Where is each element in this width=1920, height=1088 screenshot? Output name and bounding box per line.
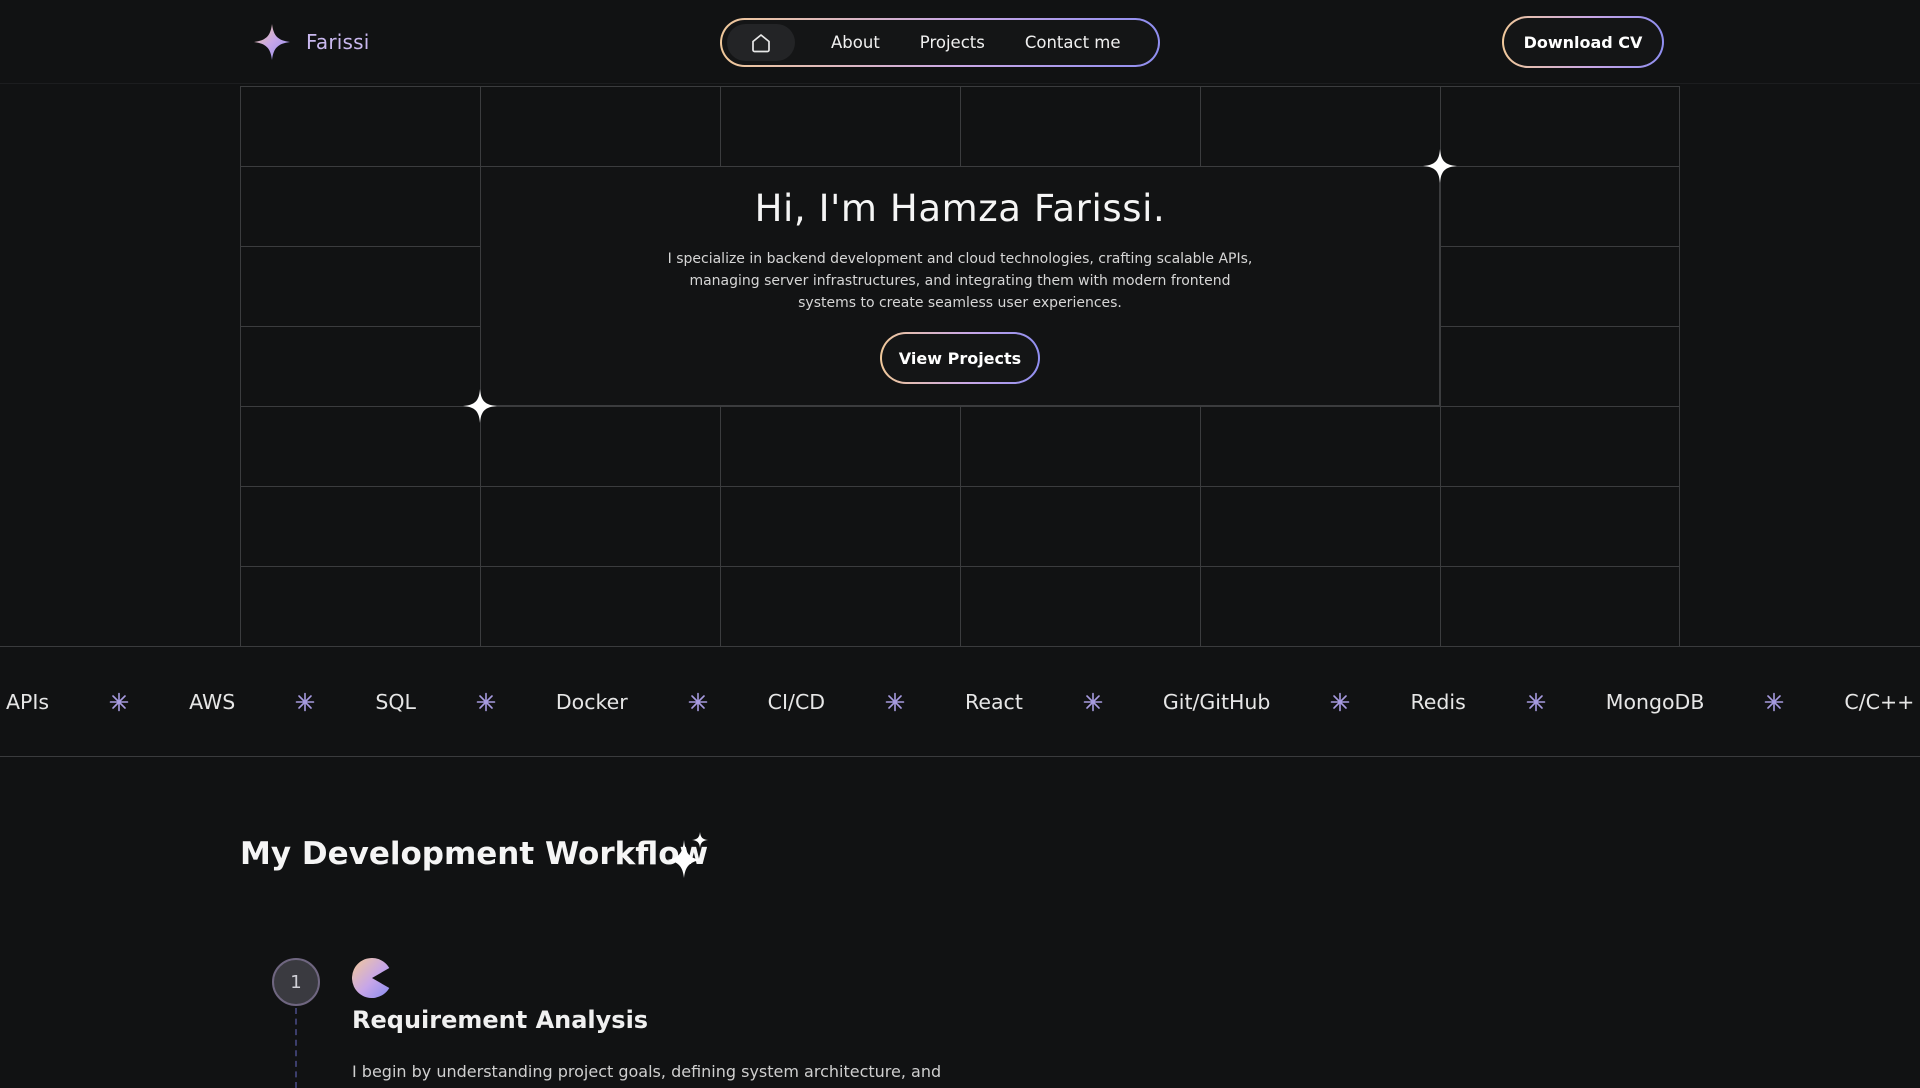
nav-home-button[interactable] bbox=[727, 24, 795, 61]
tech-item: Redis bbox=[1410, 689, 1466, 714]
step-description: I begin by understanding project goals, … bbox=[352, 1062, 942, 1081]
nav-link-about[interactable]: About bbox=[831, 33, 880, 52]
sparkle-icon bbox=[462, 388, 498, 424]
asterisk-icon bbox=[1526, 692, 1546, 712]
workflow-title: My Development Workflow bbox=[240, 836, 709, 872]
sparkles-icon bbox=[666, 832, 710, 878]
asterisk-icon bbox=[1330, 692, 1350, 712]
home-icon bbox=[752, 33, 770, 52]
site-header: Farissi About Projects Contact me Downlo… bbox=[0, 0, 1920, 84]
tech-item: CI/CD bbox=[767, 689, 826, 714]
tech-item: MongoDB bbox=[1605, 689, 1705, 714]
tech-item: AWS bbox=[189, 689, 236, 714]
asterisk-icon bbox=[688, 692, 708, 712]
asterisk-icon bbox=[1083, 692, 1103, 712]
main-nav-inner: About Projects Contact me bbox=[722, 20, 1158, 65]
download-cv-button[interactable]: Download CV bbox=[1502, 16, 1664, 68]
tech-item: SQL bbox=[375, 689, 416, 714]
tech-item: C/C++ bbox=[1844, 689, 1915, 714]
tech-marquee: APIs AWS SQL Docker CI/CD React Git/GitHub Redi… bbox=[0, 646, 1920, 757]
tech-item: Docker bbox=[555, 689, 628, 714]
hero-title: Hi, I'm Hamza Farissi. bbox=[754, 187, 1166, 230]
nav-link-projects[interactable]: Projects bbox=[920, 33, 985, 52]
sparkle-icon bbox=[1422, 148, 1458, 184]
brand-logo-link[interactable]: Farissi bbox=[252, 22, 370, 62]
tech-item: React bbox=[965, 689, 1023, 714]
brand-name: Farissi bbox=[306, 30, 370, 54]
view-projects-button[interactable]: View Projects bbox=[880, 332, 1040, 384]
asterisk-icon bbox=[109, 692, 129, 712]
four-point-star-icon bbox=[254, 24, 290, 60]
asterisk-icon bbox=[295, 692, 315, 712]
nav-link-contact[interactable]: Contact me bbox=[1025, 33, 1121, 52]
download-cv-label: Download CV bbox=[1504, 18, 1662, 66]
pacman-icon bbox=[352, 958, 392, 998]
step-title: Requirement Analysis bbox=[352, 1006, 649, 1034]
main-nav: About Projects Contact me bbox=[720, 18, 1160, 67]
hero-description: I specialize in backend development and … bbox=[667, 251, 1253, 311]
asterisk-icon bbox=[1764, 692, 1784, 712]
step-connector-line bbox=[295, 1008, 297, 1088]
asterisk-icon bbox=[885, 692, 905, 712]
step-number-badge: 1 bbox=[272, 958, 320, 1006]
asterisk-icon bbox=[476, 692, 496, 712]
hero-section: Hi, I'm Hamza Farissi. I specialize in b… bbox=[240, 86, 1680, 646]
tech-item: Git/GitHub bbox=[1162, 689, 1271, 714]
tech-marquee-track: APIs AWS SQL Docker CI/CD React Git/GitHub Redi… bbox=[6, 647, 1920, 756]
tech-item: APIs bbox=[6, 689, 50, 714]
view-projects-label: View Projects bbox=[882, 334, 1038, 382]
